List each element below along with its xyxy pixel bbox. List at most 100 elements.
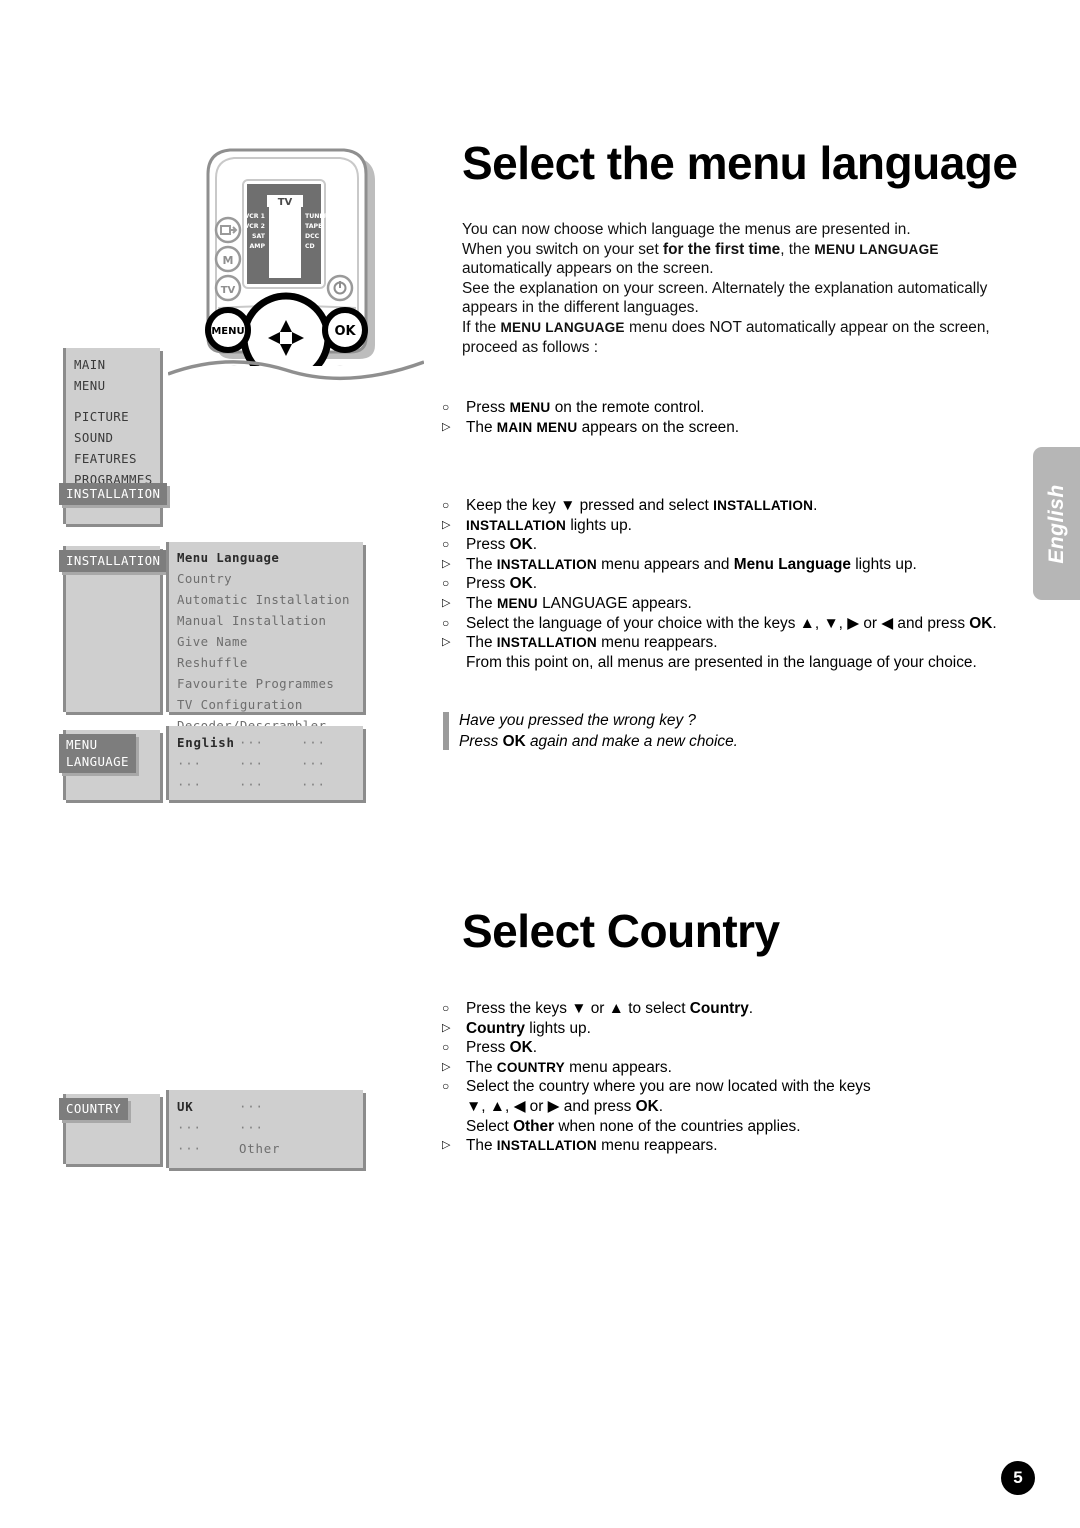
instruction-step: ○ Press OK. bbox=[442, 1038, 1052, 1058]
step-triangle-bullet-icon: ▷ bbox=[442, 633, 462, 653]
step-text: Country lights up. bbox=[466, 1020, 591, 1037]
instruction-step: Select Other when none of the countries … bbox=[442, 1117, 1052, 1137]
svg-text:AMP: AMP bbox=[250, 243, 266, 250]
step-circle-bullet-icon: ○ bbox=[442, 614, 462, 634]
osd-spacer bbox=[66, 396, 160, 406]
instruction-step: ▷ The INSTALLATION menu appears and Menu … bbox=[442, 555, 1052, 575]
remote-exit-button bbox=[216, 218, 240, 242]
osd-lang-cell-2-1[interactable]: ··· bbox=[239, 774, 301, 795]
note-line2-post: again and make a new choice. bbox=[526, 733, 738, 750]
instruction-step: ▷ INSTALLATION lights up. bbox=[442, 516, 1052, 536]
step-triangle-bullet-icon: ▷ bbox=[442, 1136, 462, 1156]
osd-menu-language-tab-line1: MENU bbox=[66, 736, 129, 753]
osd-install-item-favourite-programmes[interactable]: Favourite Programmes bbox=[169, 673, 363, 694]
step-circle-bullet-icon: ○ bbox=[442, 398, 462, 418]
step-circle-bullet-icon: ○ bbox=[442, 574, 462, 594]
svg-text:M: M bbox=[223, 254, 234, 267]
instruction-step: ○ Press the keys ▼ or ▲ to select Country… bbox=[442, 999, 1052, 1019]
document-page: TV VCR 1 VCR 2 SAT AMP TUNER TAPE DCC CD… bbox=[0, 0, 1080, 1528]
page-number-badge: 5 bbox=[1001, 1461, 1035, 1495]
remote-ok-button: OK bbox=[325, 310, 365, 350]
osd-country-cell-uk[interactable]: UK bbox=[177, 1096, 239, 1117]
remote-menu-button: MENU bbox=[208, 310, 248, 350]
osd-install-item-give-name[interactable]: Give Name bbox=[169, 631, 363, 652]
page-title-select-menu-language: Select the menu language bbox=[462, 140, 1017, 186]
step-text: Select the language of your choice with … bbox=[466, 615, 997, 632]
svg-text:TUNER: TUNER bbox=[305, 213, 329, 220]
osd-install-item-country[interactable]: Country bbox=[169, 568, 363, 589]
svg-text:OK: OK bbox=[334, 324, 356, 339]
osd-lang-cell-1-1[interactable]: ··· bbox=[239, 753, 301, 774]
step-circle-bullet-icon: ○ bbox=[442, 999, 462, 1019]
osd-lang-cell-0-2[interactable]: ··· bbox=[301, 732, 363, 753]
step-text: ▼, ▲, ◀ or ▶ and press OK. bbox=[466, 1098, 663, 1115]
osd-lang-cell-2-0[interactable]: ··· bbox=[177, 774, 239, 795]
note-block: Have you pressed the wrong key ? Press O… bbox=[443, 710, 1019, 752]
step-text: The MAIN MENU appears on the screen. bbox=[466, 419, 739, 436]
step-triangle-bullet-icon: ▷ bbox=[442, 1019, 462, 1039]
note-line2-pre: Press bbox=[459, 733, 503, 750]
step-circle-bullet-icon: ○ bbox=[442, 496, 462, 516]
osd-main-item-features[interactable]: FEATURES bbox=[66, 448, 160, 469]
osd-lang-cell-1-0[interactable]: ··· bbox=[177, 753, 239, 774]
intro-line: appears in the different languages. bbox=[462, 298, 1042, 318]
osd-main-item-picture[interactable]: PICTURE bbox=[66, 406, 160, 427]
step-text: The INSTALLATION menu reappears. bbox=[466, 634, 718, 651]
step-circle-bullet-icon: ○ bbox=[442, 1077, 462, 1097]
osd-lang-cell-2-2[interactable]: ··· bbox=[301, 774, 363, 795]
language-side-tab-label: English bbox=[1045, 484, 1069, 563]
osd-country-cell-other[interactable]: Other bbox=[239, 1138, 301, 1159]
svg-text:VCR 2: VCR 2 bbox=[244, 223, 265, 230]
osd-country-cell-0-2 bbox=[301, 1096, 363, 1117]
osd-country-cell-1-1[interactable]: ··· bbox=[239, 1117, 301, 1138]
osd-main-item-installation-highlighted[interactable]: INSTALLATION bbox=[59, 483, 167, 505]
step-text: Press OK. bbox=[466, 1039, 537, 1056]
osd-country-panel: UK ··· ··· ··· ··· Other bbox=[166, 1090, 363, 1168]
step-triangle-bullet-icon: ▷ bbox=[442, 516, 462, 536]
step-text: Keep the key ▼ pressed and select INSTAL… bbox=[466, 497, 817, 514]
osd-installation-panel: Menu Language Country Automatic Installa… bbox=[166, 542, 363, 712]
osd-install-item-menu-language[interactable]: Menu Language bbox=[169, 547, 363, 568]
svg-text:DCC: DCC bbox=[305, 233, 320, 240]
remote-control-illustration: TV VCR 1 VCR 2 SAT AMP TUNER TAPE DCC CD… bbox=[168, 138, 424, 390]
instruction-step: ▷ The MAIN MENU appears on the screen. bbox=[442, 418, 1052, 438]
step-text: The COUNTRY menu appears. bbox=[466, 1059, 672, 1076]
svg-text:TV: TV bbox=[221, 285, 236, 296]
instruction-step: ○ Press MENU on the remote control. bbox=[442, 398, 1052, 418]
step-circle-bullet-icon: ○ bbox=[442, 535, 462, 555]
osd-main-item-sound[interactable]: SOUND bbox=[66, 427, 160, 448]
step-text: From this point on, all menus are presen… bbox=[466, 654, 977, 671]
osd-lang-cell-english[interactable]: English bbox=[177, 732, 239, 753]
intro-line: You can now choose which language the me… bbox=[462, 220, 1042, 240]
step-triangle-bullet-icon: ▷ bbox=[442, 555, 462, 575]
instruction-step: ▷ The INSTALLATION menu reappears. bbox=[442, 633, 1052, 653]
osd-main-header-line1: MAIN bbox=[66, 354, 160, 375]
osd-country-cell-1-0[interactable]: ··· bbox=[177, 1117, 239, 1138]
osd-install-item-automatic-installation[interactable]: Automatic Installation bbox=[169, 589, 363, 610]
intro-line: See the explanation on your screen. Alte… bbox=[462, 279, 1042, 299]
osd-install-item-tv-configuration[interactable]: TV Configuration bbox=[169, 694, 363, 715]
step-text: Press the keys ▼ or ▲ to select Country. bbox=[466, 1000, 753, 1017]
note-line-1: Have you pressed the wrong key ? bbox=[459, 710, 1019, 731]
osd-install-item-reshuffle[interactable]: Reshuffle bbox=[169, 652, 363, 673]
svg-text:TAPE: TAPE bbox=[305, 223, 322, 230]
remote-tv-button: TV bbox=[216, 276, 240, 300]
osd-lang-cell-0-1[interactable]: ··· bbox=[239, 732, 301, 753]
instruction-step: From this point on, all menus are presen… bbox=[442, 653, 1052, 673]
step-text: Press OK. bbox=[466, 575, 537, 592]
note-ok-key: OK bbox=[503, 733, 526, 750]
osd-installation-tab[interactable]: INSTALLATION bbox=[59, 550, 167, 572]
osd-country-cell-0-1[interactable]: ··· bbox=[239, 1096, 301, 1117]
osd-country-cell-2-0[interactable]: ··· bbox=[177, 1138, 239, 1159]
osd-install-item-manual-installation[interactable]: Manual Installation bbox=[169, 610, 363, 631]
osd-country-tab[interactable]: COUNTRY bbox=[59, 1098, 128, 1120]
step-text: INSTALLATION lights up. bbox=[466, 517, 632, 534]
steps-group-country: ○ Press the keys ▼ or ▲ to select Country… bbox=[442, 999, 1052, 1156]
osd-country-cell-2-2 bbox=[301, 1138, 363, 1159]
osd-menu-language-tab-line2: LANGUAGE bbox=[66, 753, 129, 770]
osd-lang-cell-1-2[interactable]: ··· bbox=[301, 753, 363, 774]
step-text: The INSTALLATION menu appears and Menu L… bbox=[466, 556, 917, 573]
instruction-step: ○ Press OK. bbox=[442, 574, 1052, 594]
osd-menu-language-tab[interactable]: MENU LANGUAGE bbox=[59, 734, 136, 773]
svg-text:VCR 1: VCR 1 bbox=[244, 213, 265, 220]
